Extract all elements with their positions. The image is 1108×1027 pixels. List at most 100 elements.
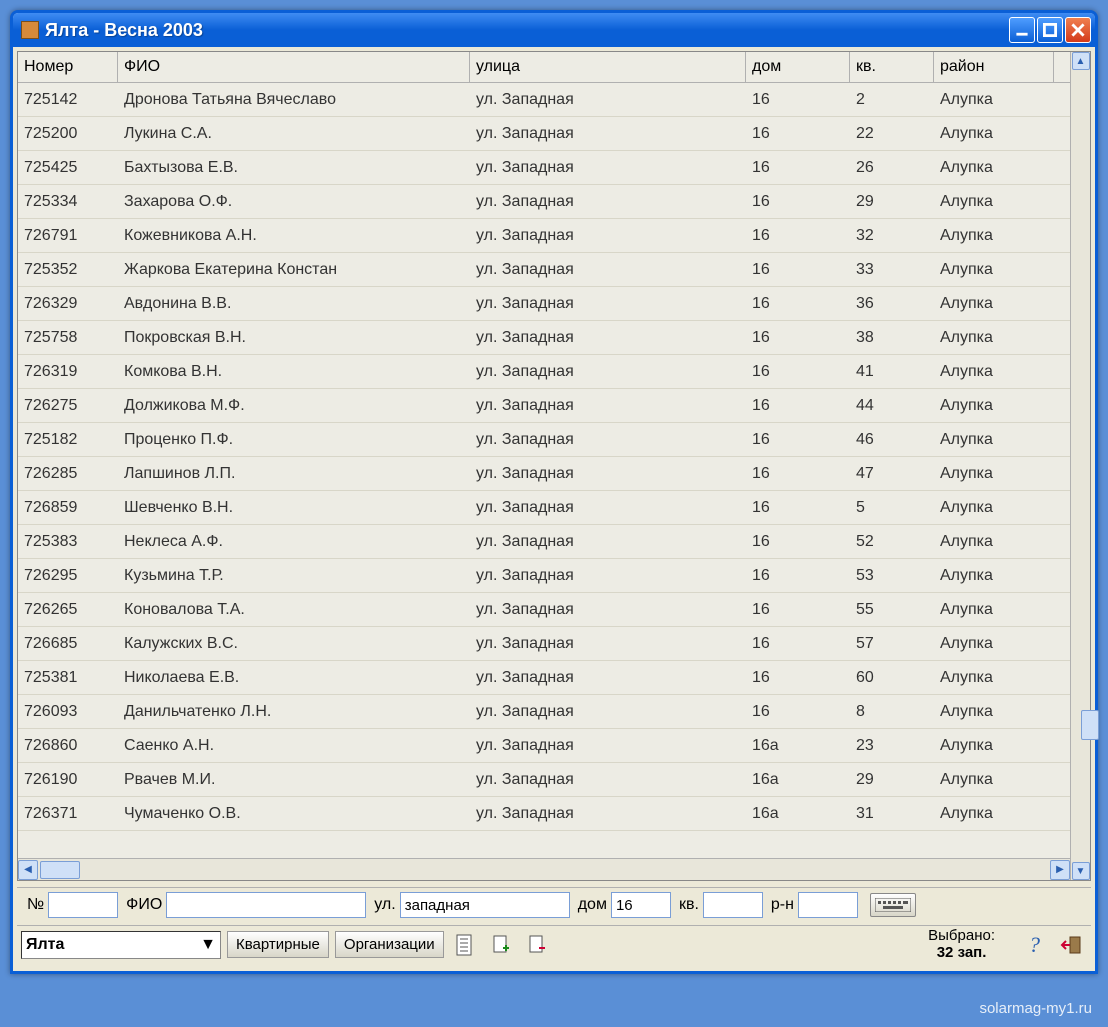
filter-district-input[interactable] <box>798 892 858 918</box>
cell-street: ул. Западная <box>470 459 746 489</box>
cell-district: Алупка <box>934 221 1054 251</box>
cell-fio: Комкова В.Н. <box>118 357 470 387</box>
cell-number: 726791 <box>18 221 118 251</box>
cell-street: ул. Западная <box>470 731 746 761</box>
cell-number: 725182 <box>18 425 118 455</box>
cell-apt: 44 <box>850 391 934 421</box>
close-button[interactable] <box>1065 17 1091 43</box>
table-row[interactable]: 725758Покровская В.Н.ул. Западная1638Алу… <box>18 321 1070 355</box>
table-row[interactable]: 726860Саенко А.Н.ул. Западная16а23Алупка <box>18 729 1070 763</box>
cell-street: ул. Западная <box>470 255 746 285</box>
document-icon[interactable] <box>450 930 480 960</box>
table-row[interactable]: 725200Лукина С.А.ул. Западная1622Алупка <box>18 117 1070 151</box>
scroll-down-button[interactable]: ▼ <box>1072 862 1090 880</box>
cell-fio: Проценко П.Ф. <box>118 425 470 455</box>
delete-record-icon[interactable] <box>522 930 552 960</box>
cell-fio: Чумаченко О.В. <box>118 799 470 829</box>
scroll-left-button[interactable]: ◀ <box>18 860 38 880</box>
cell-district: Алупка <box>934 765 1054 795</box>
cell-house: 16 <box>746 357 850 387</box>
cell-house: 16 <box>746 527 850 557</box>
cell-apt: 60 <box>850 663 934 693</box>
col-district[interactable]: район <box>934 52 1054 82</box>
cell-apt: 32 <box>850 221 934 251</box>
filter-house-label: дом <box>578 896 607 914</box>
table-row[interactable]: 725425Бахтызова Е.В.ул. Западная1626Алуп… <box>18 151 1070 185</box>
toolbar: Ялта ▼ Квартирные Организации Выбрано: 3… <box>17 925 1091 967</box>
status-label: Выбрано: <box>928 928 995 945</box>
table-row[interactable]: 725142Дронова Татьяна Вячеславоул. Запад… <box>18 83 1070 117</box>
table-row[interactable]: 726265Коновалова Т.А.ул. Западная1655Алу… <box>18 593 1070 627</box>
cell-fio: Авдонина В.В. <box>118 289 470 319</box>
cell-fio: Жаркова Екатерина Констан <box>118 255 470 285</box>
filter-fio-input[interactable] <box>166 892 366 918</box>
table-row[interactable]: 726371Чумаченко О.В.ул. Западная16а31Алу… <box>18 797 1070 831</box>
exit-icon[interactable] <box>1057 930 1087 960</box>
cell-fio: Кожевникова А.Н. <box>118 221 470 251</box>
cell-house: 16 <box>746 187 850 217</box>
cell-apt: 36 <box>850 289 934 319</box>
table-row[interactable]: 725383Неклеса А.Ф.ул. Западная1652Алупка <box>18 525 1070 559</box>
cell-house: 16а <box>746 765 850 795</box>
col-house[interactable]: дом <box>746 52 850 82</box>
maximize-button[interactable] <box>1037 17 1063 43</box>
cell-number: 726685 <box>18 629 118 659</box>
minimize-button[interactable] <box>1009 17 1035 43</box>
table-row[interactable]: 726319Комкова В.Н.ул. Западная1641Алупка <box>18 355 1070 389</box>
table-row[interactable]: 726791Кожевникова А.Н.ул. Западная1632Ал… <box>18 219 1070 253</box>
cell-apt: 41 <box>850 357 934 387</box>
col-fio[interactable]: ФИО <box>118 52 470 82</box>
col-street[interactable]: улица <box>470 52 746 82</box>
cell-apt: 57 <box>850 629 934 659</box>
cell-fio: Кузьмина Т.Р. <box>118 561 470 591</box>
table-row[interactable]: 726190Рвачев М.И.ул. Западная16а29Алупка <box>18 763 1070 797</box>
cell-number: 725334 <box>18 187 118 217</box>
titlebar[interactable]: Ялта - Весна 2003 <box>13 13 1095 47</box>
scroll-up-button[interactable]: ▲ <box>1072 52 1090 70</box>
table-row[interactable]: 726275Должикова М.Ф.ул. Западная1644Алуп… <box>18 389 1070 423</box>
filter-num-input[interactable] <box>48 892 118 918</box>
table-row[interactable]: 725334Захарова О.Ф.ул. Западная1629Алупк… <box>18 185 1070 219</box>
selection-status: Выбрано: 32 зап. <box>928 928 995 961</box>
cell-street: ул. Западная <box>470 357 746 387</box>
status-count: 32 зап. <box>928 945 995 962</box>
table-row[interactable]: 726329Авдонина В.В.ул. Западная1636Алупк… <box>18 287 1070 321</box>
vertical-scrollbar[interactable]: ▲ ▼ <box>1070 52 1090 880</box>
table-row[interactable]: 726285Лапшинов Л.П.ул. Западная1647Алупк… <box>18 457 1070 491</box>
cell-street: ул. Западная <box>470 663 746 693</box>
filter-house-input[interactable] <box>611 892 671 918</box>
cell-fio: Рвачев М.И. <box>118 765 470 795</box>
cell-street: ул. Западная <box>470 119 746 149</box>
table-row[interactable]: 726685Калужских В.С.ул. Западная1657Алуп… <box>18 627 1070 661</box>
table-row[interactable]: 726295Кузьмина Т.Р.ул. Западная1653Алупк… <box>18 559 1070 593</box>
col-apt[interactable]: кв. <box>850 52 934 82</box>
table-row[interactable]: 725182Проценко П.Ф.ул. Западная1646Алупк… <box>18 423 1070 457</box>
hscroll-thumb[interactable] <box>40 861 80 879</box>
horizontal-scrollbar[interactable]: ◀ ▶ <box>18 858 1070 880</box>
organizations-button[interactable]: Организации <box>335 931 444 958</box>
table-row[interactable]: 726859Шевченко В.Н.ул. Западная165Алупка <box>18 491 1070 525</box>
add-record-icon[interactable] <box>486 930 516 960</box>
scroll-right-button[interactable]: ▶ <box>1050 860 1070 880</box>
window-title: Ялта - Весна 2003 <box>45 20 1009 41</box>
keyboard-icon[interactable] <box>870 893 916 917</box>
vscroll-thumb[interactable] <box>1081 710 1099 740</box>
city-select-value: Ялта <box>26 936 64 954</box>
cell-street: ул. Западная <box>470 153 746 183</box>
residential-button[interactable]: Квартирные <box>227 931 329 958</box>
table-row[interactable]: 725381Николаева Е.В.ул. Западная1660Алуп… <box>18 661 1070 695</box>
cell-fio: Дронова Татьяна Вячеславо <box>118 85 470 115</box>
hscroll-track[interactable] <box>38 861 98 879</box>
cell-street: ул. Западная <box>470 799 746 829</box>
cell-apt: 5 <box>850 493 934 523</box>
table-row[interactable]: 726093Данильчатенко Л.Н.ул. Западная168А… <box>18 695 1070 729</box>
filter-street-input[interactable] <box>400 892 570 918</box>
table-row[interactable]: 725352Жаркова Екатерина Констанул. Запад… <box>18 253 1070 287</box>
city-select[interactable]: Ялта ▼ <box>21 931 221 959</box>
filter-apt-input[interactable] <box>703 892 763 918</box>
cell-house: 16а <box>746 799 850 829</box>
cell-house: 16 <box>746 561 850 591</box>
col-number[interactable]: Номер <box>18 52 118 82</box>
cell-apt: 38 <box>850 323 934 353</box>
help-icon[interactable]: ? <box>1021 930 1051 960</box>
